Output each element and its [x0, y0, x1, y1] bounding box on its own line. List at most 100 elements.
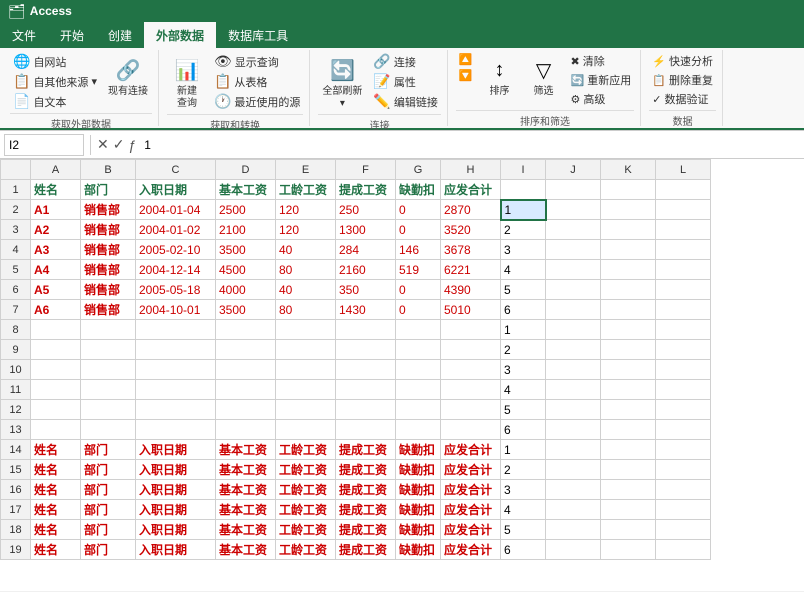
cell-17-10[interactable] — [601, 500, 656, 520]
cell-7-6[interactable]: 0 — [396, 300, 441, 320]
cell-1-11[interactable] — [656, 180, 711, 200]
cell-11-0[interactable] — [31, 380, 81, 400]
cell-13-3[interactable] — [216, 420, 276, 440]
cell-12-8[interactable]: 5 — [501, 400, 546, 420]
btn-advanced[interactable]: ⚙ 高级 — [568, 90, 635, 108]
cell-15-1[interactable]: 部门 — [81, 460, 136, 480]
cell-13-5[interactable] — [336, 420, 396, 440]
cell-5-5[interactable]: 2160 — [336, 260, 396, 280]
cell-7-11[interactable] — [656, 300, 711, 320]
cell-15-11[interactable] — [656, 460, 711, 480]
cell-14-5[interactable]: 提成工资 — [336, 440, 396, 460]
cell-2-11[interactable] — [656, 200, 711, 220]
cell-14-7[interactable]: 应发合计 — [441, 440, 501, 460]
cell-8-6[interactable] — [396, 320, 441, 340]
cell-9-5[interactable] — [336, 340, 396, 360]
cell-6-5[interactable]: 350 — [336, 280, 396, 300]
cell-9-7[interactable] — [441, 340, 501, 360]
cell-5-6[interactable]: 519 — [396, 260, 441, 280]
btn-split-col[interactable]: ⚡ 快速分析 — [649, 52, 716, 70]
col-header-H[interactable]: H — [441, 160, 501, 180]
cell-18-11[interactable] — [656, 520, 711, 540]
cell-8-5[interactable] — [336, 320, 396, 340]
cell-15-0[interactable]: 姓名 — [31, 460, 81, 480]
cell-15-2[interactable]: 入职日期 — [136, 460, 216, 480]
cell-11-11[interactable] — [656, 380, 711, 400]
cell-8-4[interactable] — [276, 320, 336, 340]
cell-6-9[interactable] — [546, 280, 601, 300]
cell-10-7[interactable] — [441, 360, 501, 380]
cell-15-6[interactable]: 缺勤扣 — [396, 460, 441, 480]
cell-10-3[interactable] — [216, 360, 276, 380]
cell-3-9[interactable] — [546, 220, 601, 240]
cell-14-2[interactable]: 入职日期 — [136, 440, 216, 460]
cell-11-1[interactable] — [81, 380, 136, 400]
cell-12-5[interactable] — [336, 400, 396, 420]
cell-6-2[interactable]: 2005-05-18 — [136, 280, 216, 300]
btn-refresh-all[interactable]: 🔄 全部刷新▾ — [318, 52, 366, 112]
cell-6-4[interactable]: 40 — [276, 280, 336, 300]
cell-14-10[interactable] — [601, 440, 656, 460]
cell-10-11[interactable] — [656, 360, 711, 380]
btn-validate[interactable]: ✓ 数据验证 — [649, 90, 716, 108]
cell-10-2[interactable] — [136, 360, 216, 380]
cell-1-10[interactable] — [601, 180, 656, 200]
cell-8-11[interactable] — [656, 320, 711, 340]
cell-18-2[interactable]: 入职日期 — [136, 520, 216, 540]
cell-2-8[interactable]: 1 — [501, 200, 546, 220]
cell-6-0[interactable]: A5 — [31, 280, 81, 300]
cell-16-10[interactable] — [601, 480, 656, 500]
cell-9-1[interactable] — [81, 340, 136, 360]
cell-7-4[interactable]: 80 — [276, 300, 336, 320]
cell-4-1[interactable]: 销售部 — [81, 240, 136, 260]
col-header-C[interactable]: C — [136, 160, 216, 180]
tab-create[interactable]: 创建 — [96, 22, 144, 48]
cell-4-10[interactable] — [601, 240, 656, 260]
cell-4-5[interactable]: 284 — [336, 240, 396, 260]
cell-10-6[interactable] — [396, 360, 441, 380]
cell-3-0[interactable]: A2 — [31, 220, 81, 240]
cell-19-10[interactable] — [601, 540, 656, 560]
cell-13-6[interactable] — [396, 420, 441, 440]
cell-5-1[interactable]: 销售部 — [81, 260, 136, 280]
btn-remove-dup[interactable]: 📋 删除重复 — [649, 71, 716, 89]
cell-4-2[interactable]: 2005-02-10 — [136, 240, 216, 260]
cell-14-1[interactable]: 部门 — [81, 440, 136, 460]
cell-18-4[interactable]: 工龄工资 — [276, 520, 336, 540]
cell-18-5[interactable]: 提成工资 — [336, 520, 396, 540]
cell-5-7[interactable]: 6221 — [441, 260, 501, 280]
cell-2-2[interactable]: 2004-01-04 — [136, 200, 216, 220]
cancel-formula-icon[interactable]: ✕ — [97, 136, 109, 153]
cell-19-6[interactable]: 缺勤扣 — [396, 540, 441, 560]
btn-reapply[interactable]: 🔄 重新应用 — [568, 71, 635, 89]
btn-other-sources[interactable]: 📋 自其他来源 ▾ — [10, 72, 100, 91]
cell-19-8[interactable]: 6 — [501, 540, 546, 560]
cell-9-2[interactable] — [136, 340, 216, 360]
formula-input[interactable] — [140, 134, 800, 156]
cell-7-0[interactable]: A6 — [31, 300, 81, 320]
cell-11-8[interactable]: 4 — [501, 380, 546, 400]
cell-6-8[interactable]: 5 — [501, 280, 546, 300]
btn-sort-za[interactable]: 🔽 — [456, 68, 476, 83]
cell-17-7[interactable]: 应发合计 — [441, 500, 501, 520]
cell-13-1[interactable] — [81, 420, 136, 440]
cell-11-10[interactable] — [601, 380, 656, 400]
cell-14-8[interactable]: 1 — [501, 440, 546, 460]
cell-15-9[interactable] — [546, 460, 601, 480]
cell-6-1[interactable]: 销售部 — [81, 280, 136, 300]
cell-16-8[interactable]: 3 — [501, 480, 546, 500]
cell-10-1[interactable] — [81, 360, 136, 380]
cell-5-9[interactable] — [546, 260, 601, 280]
col-header-B[interactable]: B — [81, 160, 136, 180]
btn-connections[interactable]: 🔗 连接 — [370, 52, 440, 71]
cell-17-2[interactable]: 入职日期 — [136, 500, 216, 520]
col-header-F[interactable]: F — [336, 160, 396, 180]
cell-11-4[interactable] — [276, 380, 336, 400]
cell-3-4[interactable]: 120 — [276, 220, 336, 240]
cell-11-9[interactable] — [546, 380, 601, 400]
cell-1-9[interactable] — [546, 180, 601, 200]
cell-16-6[interactable]: 缺勤扣 — [396, 480, 441, 500]
cell-2-1[interactable]: 销售部 — [81, 200, 136, 220]
cell-19-5[interactable]: 提成工资 — [336, 540, 396, 560]
cell-13-7[interactable] — [441, 420, 501, 440]
